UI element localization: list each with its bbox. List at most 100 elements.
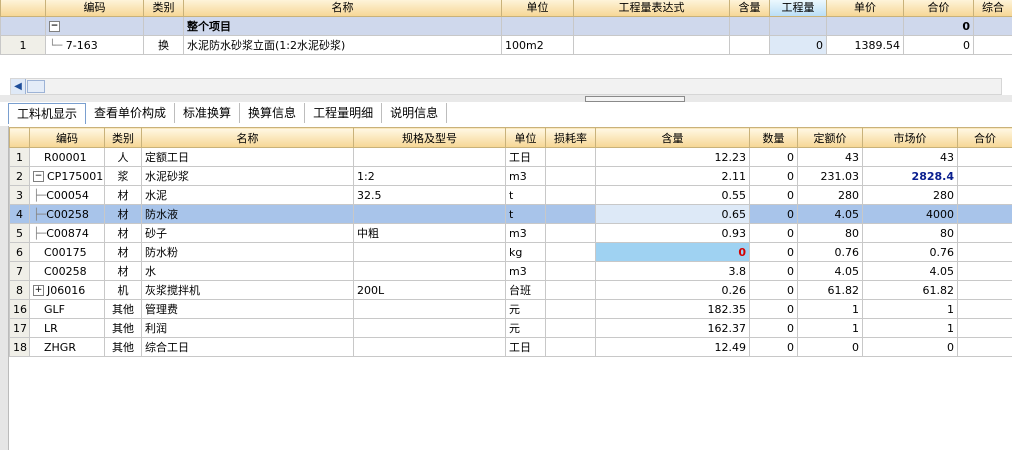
expand-icon[interactable]: +: [33, 285, 44, 296]
table-row[interactable]: 3 ├─C00054 材水泥 32.5 t 0.55 0 280 280: [9, 185, 1012, 205]
material-loss-rate[interactable]: [545, 166, 596, 186]
header-market-price[interactable]: 市场价: [862, 127, 958, 148]
material-content[interactable]: 12.49: [595, 337, 750, 357]
material-spec[interactable]: 32.5: [353, 185, 506, 205]
material-spec[interactable]: [353, 204, 506, 224]
material-code[interactable]: R00001: [29, 147, 105, 167]
tab-description[interactable]: 说明信息: [382, 103, 448, 123]
material-spec[interactable]: [353, 337, 506, 357]
material-loss-rate[interactable]: [545, 147, 596, 167]
material-unit[interactable]: 工日: [505, 337, 546, 357]
material-content[interactable]: 3.8: [595, 261, 750, 281]
material-unit[interactable]: kg: [505, 242, 546, 262]
material-name[interactable]: 定额工日: [141, 147, 354, 167]
material-code[interactable]: ├─C00874: [29, 223, 105, 243]
material-code[interactable]: C00175: [29, 242, 105, 262]
material-loss-rate[interactable]: [545, 318, 596, 338]
table-row[interactable]: 2− CP175001 浆水泥砂浆 1:2 m3 2.11 0 231.03 2828.4: [9, 166, 1012, 186]
table-row[interactable]: 16 GLF 其他 管理费元 182.35 0 1 1: [9, 299, 1012, 319]
material-name[interactable]: 综合工日: [141, 337, 354, 357]
material-market-price[interactable]: 80: [862, 223, 958, 243]
material-unit[interactable]: m3: [505, 223, 546, 243]
material-spec[interactable]: [353, 147, 506, 167]
header-content[interactable]: 含量: [595, 127, 750, 148]
header-category[interactable]: 类别: [104, 127, 142, 148]
material-spec[interactable]: [353, 299, 506, 319]
material-market-price[interactable]: 280: [862, 185, 958, 205]
header-loss-rate[interactable]: 损耗率: [545, 127, 596, 148]
material-unit[interactable]: 工日: [505, 147, 546, 167]
material-code[interactable]: C00258: [29, 261, 105, 281]
material-code[interactable]: GLF: [29, 299, 105, 319]
pane-splitter[interactable]: [0, 95, 1012, 102]
material-content[interactable]: 0.55: [595, 185, 750, 205]
material-unit[interactable]: t: [505, 185, 546, 205]
tab-labor-materials[interactable]: 工料机显示: [8, 103, 87, 124]
material-loss-rate[interactable]: [545, 204, 596, 224]
material-code[interactable]: LR: [29, 318, 105, 338]
material-content[interactable]: 0.93: [595, 223, 750, 243]
material-market-price[interactable]: 1: [862, 299, 958, 319]
top-header-code[interactable]: 编码: [45, 0, 144, 17]
material-name[interactable]: 水: [141, 261, 354, 281]
item-quantity[interactable]: 0: [769, 35, 827, 55]
material-market-price[interactable]: 0: [862, 337, 958, 357]
material-unit[interactable]: 元: [505, 299, 546, 319]
table-row[interactable]: 1 R00001 人定额工日 工日 12.23 0 43 43: [9, 147, 1012, 167]
table-row[interactable]: 8 + J06016 机灰浆搅拌机 200L 台班 0.26 0 61.82 61.82: [9, 280, 1012, 300]
material-market-price[interactable]: 43: [862, 147, 958, 167]
material-spec[interactable]: 200L: [353, 280, 506, 300]
material-content[interactable]: 0.26: [595, 280, 750, 300]
top-header-expression[interactable]: 工程量表达式: [573, 0, 730, 17]
material-loss-rate[interactable]: [545, 242, 596, 262]
material-spec[interactable]: 1:2: [353, 166, 506, 186]
material-unit[interactable]: t: [505, 204, 546, 224]
material-loss-rate[interactable]: [545, 280, 596, 300]
item-name[interactable]: 水泥防水砂浆立面(1:2水泥砂浆): [183, 35, 502, 55]
material-loss-rate[interactable]: [545, 299, 596, 319]
horizontal-scrollbar[interactable]: ◀: [10, 78, 1002, 95]
material-content[interactable]: 162.37: [595, 318, 750, 338]
table-row[interactable]: 6 C00175 材防水粉 kg 0 0 0.76 0.76: [9, 242, 1012, 262]
material-content[interactable]: 182.35: [595, 299, 750, 319]
tab-standard-conversion[interactable]: 标准换算: [175, 103, 241, 123]
collapse-icon[interactable]: −: [49, 21, 60, 32]
material-loss-rate[interactable]: [545, 223, 596, 243]
material-spec[interactable]: 中粗: [353, 223, 506, 243]
material-market-price[interactable]: 1: [862, 318, 958, 338]
material-loss-rate[interactable]: [545, 337, 596, 357]
material-content[interactable]: 0.65: [595, 204, 750, 224]
table-row[interactable]: 5 ├─C00874 材砂子 中粗 m3 0.93 0 80 80: [9, 223, 1012, 243]
material-code[interactable]: + J06016: [29, 280, 105, 300]
top-header-quantity[interactable]: 工程量: [769, 0, 827, 17]
material-code[interactable]: ZHGR: [29, 337, 105, 357]
material-unit[interactable]: m3: [505, 261, 546, 281]
item-unit[interactable]: 100m2: [501, 35, 574, 55]
table-row[interactable]: 4 ├─C00258 材防水液 t 0.65 0 4.05 4000: [9, 204, 1012, 224]
table-row[interactable]: 17 LR 其他 利润元 162.37 0 1 1: [9, 318, 1012, 338]
scroll-thumb[interactable]: [27, 80, 45, 93]
material-unit[interactable]: 台班: [505, 280, 546, 300]
material-market-price[interactable]: 61.82: [862, 280, 958, 300]
material-name[interactable]: 利润: [141, 318, 354, 338]
table-row[interactable]: 7 C00258 材水 m3 3.8 0 4.05 4.05: [9, 261, 1012, 281]
material-spec[interactable]: [353, 318, 506, 338]
top-header-content[interactable]: 含量: [729, 0, 770, 17]
material-content[interactable]: 2.11: [595, 166, 750, 186]
header-quantity[interactable]: 数量: [749, 127, 798, 148]
header-code[interactable]: 编码: [29, 127, 105, 148]
table-row[interactable]: 1 └─ 7-163 换 水泥防水砂浆立面(1:2水泥砂浆) 100m2 0 1…: [0, 35, 1012, 55]
material-name[interactable]: 防水粉: [141, 242, 354, 262]
material-spec[interactable]: [353, 242, 506, 262]
material-content[interactable]: 12.23: [595, 147, 750, 167]
material-name[interactable]: 水泥砂浆: [141, 166, 354, 186]
top-header-name[interactable]: 名称: [183, 0, 502, 17]
tab-quantity-details[interactable]: 工程量明细: [305, 103, 383, 123]
header-spec[interactable]: 规格及型号: [353, 127, 506, 148]
material-name[interactable]: 防水液: [141, 204, 354, 224]
header-unit[interactable]: 单位: [505, 127, 546, 148]
material-name[interactable]: 水泥: [141, 185, 354, 205]
top-header-type[interactable]: 类别: [143, 0, 184, 17]
material-market-price[interactable]: 4.05: [862, 261, 958, 281]
material-name[interactable]: 管理费: [141, 299, 354, 319]
